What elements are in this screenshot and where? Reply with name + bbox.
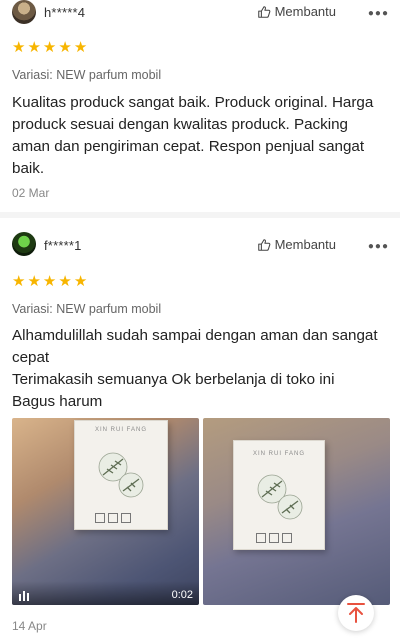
star-icon: ★	[27, 39, 41, 56]
thumbs-up-icon	[257, 238, 270, 251]
review-video-thumbnail[interactable]: XIN RUI FANG 0:02	[12, 418, 199, 605]
rating-stars: ★ ★ ★ ★ ★	[12, 40, 87, 55]
username[interactable]: f*****1	[44, 238, 82, 253]
helpful-button[interactable]: Membantu	[257, 237, 336, 252]
divider	[0, 212, 400, 218]
video-icon	[19, 591, 29, 601]
review-text: Alhamdulillah sudah sampai dengan aman d…	[12, 325, 386, 413]
star-icon: ★	[73, 273, 88, 290]
review-date: 02 Mar	[12, 186, 50, 200]
avatar[interactable]	[12, 0, 36, 24]
more-options-icon[interactable]: ●●●	[368, 9, 389, 19]
variation-label: Variasi: NEW parfum mobil	[12, 302, 162, 316]
star-icon: ★	[42, 39, 57, 56]
review-text: Kualitas produck sangat baik. Produck or…	[12, 94, 374, 177]
star-icon: ★	[42, 273, 57, 290]
certification-marks	[256, 533, 292, 543]
review-image-thumbnail[interactable]: XIN RUI FANG	[203, 418, 390, 605]
leaf-graphic	[257, 474, 303, 520]
helpful-label: Membantu	[274, 4, 336, 19]
rating-stars: ★ ★ ★ ★ ★	[12, 274, 87, 289]
certification-marks	[95, 513, 131, 523]
box-brand-text: XIN RUI FANG	[94, 427, 147, 433]
variation-label: Variasi: NEW parfum mobil	[12, 68, 162, 82]
helpful-button[interactable]: Membantu	[257, 4, 336, 19]
star-icon: ★	[12, 39, 26, 56]
leaf-graphic	[98, 452, 144, 498]
review-text-line: Terimakasih semuanya Ok berbelanja di to…	[12, 371, 335, 388]
avatar[interactable]	[12, 232, 36, 256]
username[interactable]: h*****4	[44, 5, 85, 20]
product-box: XIN RUI FANG	[233, 440, 325, 550]
scroll-to-top-button[interactable]	[338, 595, 374, 631]
star-icon: ★	[12, 273, 26, 290]
review-date: 14 Apr	[12, 619, 47, 633]
star-icon: ★	[27, 273, 41, 290]
review-text-line: Bagus harum	[12, 393, 103, 410]
arrow-up-icon	[347, 603, 365, 623]
thumbs-up-icon	[257, 5, 270, 18]
helpful-label: Membantu	[274, 237, 336, 252]
more-options-icon[interactable]: ●●●	[368, 242, 389, 252]
review-text-line: Alhamdulillah sudah sampai dengan aman d…	[12, 327, 378, 366]
star-icon: ★	[58, 39, 72, 56]
video-duration: 0:02	[171, 589, 193, 601]
review-header: f*****1 Membantu ●●●	[0, 232, 400, 262]
product-box: XIN RUI FANG	[74, 420, 168, 530]
box-brand-text: XIN RUI FANG	[252, 451, 305, 457]
review-header: h*****4 Membantu ●●●	[0, 0, 400, 30]
star-icon: ★	[58, 273, 72, 290]
star-icon: ★	[73, 39, 88, 56]
